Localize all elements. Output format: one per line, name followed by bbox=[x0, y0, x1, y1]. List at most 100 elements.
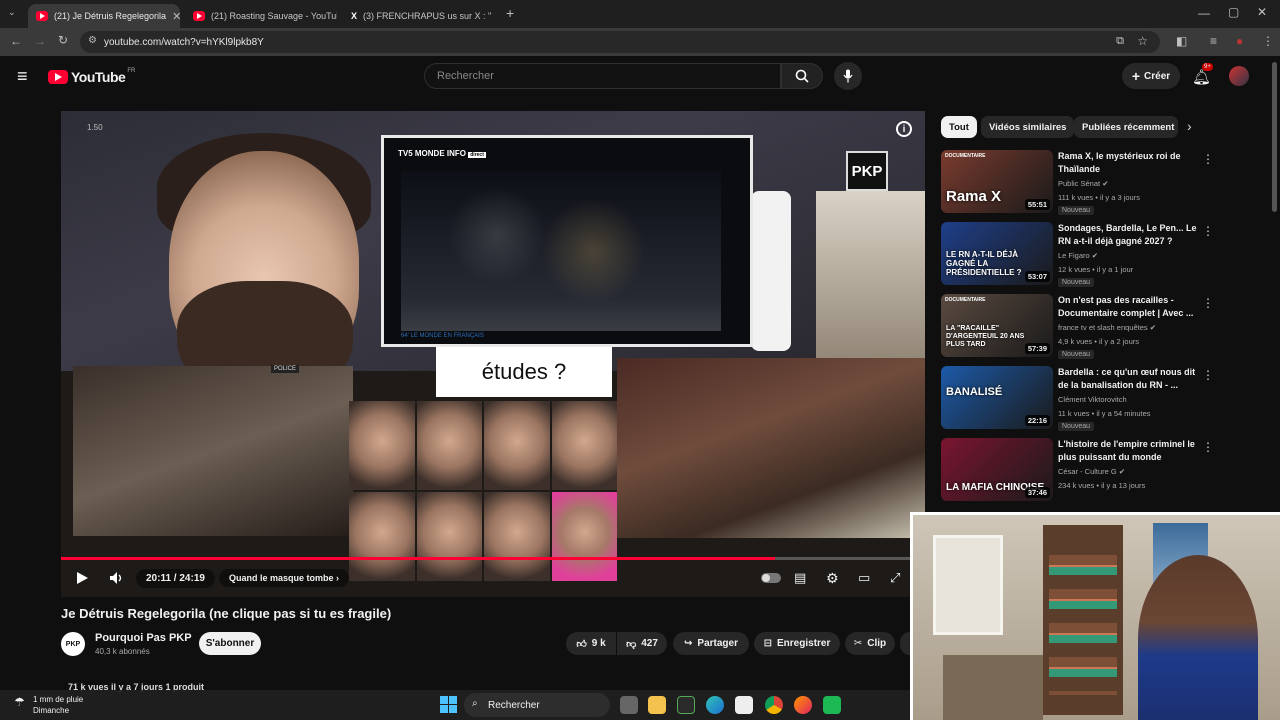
close-tab-icon[interactable]: ✕ bbox=[491, 10, 495, 23]
task-view-icon[interactable] bbox=[620, 696, 638, 714]
new-badge: Nouveau bbox=[1058, 278, 1095, 287]
chapter-button[interactable]: Quand le masque tombe › bbox=[219, 563, 350, 593]
list-item[interactable]: LA MAFIA CHINOISE 37:46 L'histoire de l'… bbox=[941, 438, 1214, 504]
maximize-icon[interactable]: ▢ bbox=[1228, 5, 1239, 19]
list-item[interactable]: BANALISÉ 22:16 Bardella : ce qu'un œuf n… bbox=[941, 366, 1214, 432]
close-tab-icon[interactable]: ✕ bbox=[166, 10, 180, 23]
youtube-favicon-icon bbox=[36, 11, 48, 21]
more-options-icon[interactable]: ⋮ bbox=[1202, 296, 1214, 310]
subscribe-button[interactable]: S'abonner bbox=[199, 632, 261, 655]
duration: 22:16 bbox=[1024, 415, 1050, 426]
hamburger-menu-icon[interactable]: ≡ bbox=[17, 66, 28, 87]
region-code: FR bbox=[127, 68, 136, 74]
theater-mode-button[interactable]: ▭ bbox=[858, 563, 870, 593]
back-icon[interactable]: ← bbox=[10, 34, 22, 48]
avatar[interactable] bbox=[1229, 66, 1249, 86]
list-item[interactable]: DOCUMENTAIRE LA "RACAILLE" D'ARGENTEUIL … bbox=[941, 294, 1214, 360]
tab-search-icon[interactable]: ⌄ bbox=[8, 7, 16, 18]
more-options-icon[interactable]: ⋮ bbox=[1202, 224, 1214, 238]
more-options-icon[interactable]: ⋮ bbox=[1202, 152, 1214, 166]
scrollbar-thumb[interactable] bbox=[1272, 62, 1277, 212]
thumbnail[interactable]: LE RN A-T-IL DÉJÀ GAGNÉ LA PRÉSIDENTIELL… bbox=[941, 222, 1053, 285]
bookmark-star-icon[interactable]: ☆ bbox=[1137, 34, 1148, 48]
more-options-icon[interactable]: ⋮ bbox=[1202, 368, 1214, 382]
extensions-icon[interactable]: ◧ bbox=[1176, 34, 1187, 48]
new-tab-button[interactable]: + bbox=[506, 5, 514, 21]
url-field[interactable]: ⚙ youtube.com/watch?v=hYKl9lpkb8Y ⧉ ☆ bbox=[80, 31, 1160, 53]
rec-title[interactable]: Sondages, Bardella, Le Pen... Le RN a-t-… bbox=[1058, 222, 1198, 248]
video-corner-number: 1.50 bbox=[87, 123, 103, 132]
rec-title[interactable]: On n'est pas des racailles - Documentair… bbox=[1058, 294, 1198, 320]
media-control-icon[interactable]: ≡ bbox=[1210, 34, 1217, 48]
file-explorer-icon[interactable] bbox=[648, 696, 666, 714]
rec-title[interactable]: Bardella : ce qu'un œuf nous dit de la b… bbox=[1058, 366, 1198, 392]
chrome-icon[interactable] bbox=[765, 696, 783, 714]
tab-active[interactable]: (21) Je Détruis Regelegorila ✕ bbox=[28, 4, 180, 28]
minimize-icon[interactable]: — bbox=[1198, 6, 1210, 20]
rec-channel[interactable]: Le Figaro ✔ bbox=[1058, 251, 1098, 260]
rec-title[interactable]: Rama X, le mystérieux roi de Thaïlande bbox=[1058, 150, 1198, 176]
create-label: Créer bbox=[1144, 70, 1171, 82]
profile-icon[interactable]: ● bbox=[1236, 34, 1243, 48]
more-options-icon[interactable]: ⋮ bbox=[1202, 440, 1214, 454]
list-item[interactable]: DOCUMENTAIRE Rama X 55:51 Rama X, le mys… bbox=[941, 150, 1214, 216]
thumbnail[interactable]: DOCUMENTAIRE LA "RACAILLE" D'ARGENTEUIL … bbox=[941, 294, 1053, 357]
settings-button[interactable]: ⚙ bbox=[826, 563, 839, 593]
save-button[interactable]: ⊟ Enregistrer bbox=[754, 632, 840, 655]
autoplay-toggle[interactable] bbox=[761, 563, 781, 593]
tab-x[interactable]: X (3) FRENCHRAPUS us sur X : " ✕ bbox=[343, 4, 495, 28]
firefox-icon[interactable] bbox=[794, 696, 812, 714]
rec-channel[interactable]: Public Sénat ✔ bbox=[1058, 179, 1109, 188]
tv-channel-logo: TV5 MONDE INFO direct bbox=[398, 149, 486, 158]
play-button[interactable] bbox=[75, 563, 89, 593]
close-window-icon[interactable]: ✕ bbox=[1257, 5, 1267, 19]
fullscreen-button[interactable]: ⤢ bbox=[890, 563, 900, 593]
list-item[interactable]: LE RN A-T-IL DÉJÀ GAGNÉ LA PRÉSIDENTIELL… bbox=[941, 222, 1214, 288]
thumbnail[interactable]: BANALISÉ 22:16 bbox=[941, 366, 1053, 429]
forward-icon[interactable]: → bbox=[34, 34, 46, 48]
nvidia-icon[interactable] bbox=[677, 696, 695, 714]
voice-search-button[interactable] bbox=[834, 62, 862, 90]
search-button[interactable] bbox=[781, 63, 823, 89]
search-icon bbox=[795, 69, 809, 83]
chevron-right-icon[interactable]: › bbox=[1187, 118, 1192, 134]
volume-button[interactable] bbox=[109, 563, 125, 593]
browser-menu-icon[interactable]: ⋮ bbox=[1262, 34, 1274, 48]
tab-roasting[interactable]: (21) Roasting Sauvage - YouTub ✕ bbox=[185, 4, 337, 28]
share-button[interactable]: ↪ Partager bbox=[673, 632, 749, 655]
like-button[interactable]: 👍︎ 9 k bbox=[566, 632, 616, 655]
reload-icon[interactable]: ↻ bbox=[58, 33, 68, 47]
subtitles-button[interactable]: ▤ bbox=[794, 563, 806, 593]
notifications-button[interactable]: 🔔︎ 9+ bbox=[1192, 63, 1213, 86]
channel-avatar[interactable]: PKP bbox=[61, 632, 85, 656]
install-icon[interactable]: ⧉ bbox=[1116, 35, 1124, 48]
edge-icon[interactable] bbox=[706, 696, 724, 714]
youtube-logo[interactable]: YouTube FR bbox=[48, 68, 136, 85]
chip-similar[interactable]: Vidéos similaires bbox=[981, 116, 1075, 138]
rec-channel[interactable]: france tv et slash enquêtes ✔ bbox=[1058, 323, 1156, 332]
chip-recent[interactable]: Publiées récemment bbox=[1074, 116, 1178, 138]
video-player[interactable]: TV5 MONDE INFO direct 64' LE MONDE EN FR… bbox=[61, 111, 925, 597]
thumbnail[interactable]: LA MAFIA CHINOISE 37:46 bbox=[941, 438, 1053, 501]
clip-button[interactable]: ✂ Clip bbox=[845, 632, 895, 655]
progress-bar[interactable] bbox=[61, 557, 925, 560]
rec-channel[interactable]: Clément Viktorovitch bbox=[1058, 395, 1127, 404]
info-icon[interactable]: i bbox=[896, 121, 912, 137]
app-icon[interactable] bbox=[823, 696, 841, 714]
channel-name[interactable]: Pourquoi Pas PKP bbox=[95, 632, 192, 644]
thumbnail[interactable]: DOCUMENTAIRE Rama X 55:51 bbox=[941, 150, 1053, 213]
search-input[interactable]: Rechercher bbox=[424, 63, 781, 89]
site-info-icon[interactable]: ⚙ bbox=[88, 35, 97, 46]
rec-title[interactable]: L'histoire de l'empire criminel le plus … bbox=[1058, 438, 1198, 464]
store-icon[interactable] bbox=[735, 696, 753, 714]
create-button[interactable]: + Créer bbox=[1122, 63, 1180, 89]
video-white-panel bbox=[751, 191, 791, 351]
time-text: 20:11 / 24:19 bbox=[136, 568, 215, 588]
dislike-button[interactable]: 👎︎ 427 bbox=[617, 632, 667, 655]
rec-channel[interactable]: César - Culture G ✔ bbox=[1058, 467, 1125, 476]
windows-start-icon[interactable] bbox=[440, 696, 457, 713]
chip-all[interactable]: Tout bbox=[941, 116, 977, 138]
save-icon: ⊟ bbox=[763, 638, 773, 649]
taskbar-search-input[interactable]: ⌕ Rechercher bbox=[464, 693, 610, 717]
more-actions-button[interactable] bbox=[900, 632, 910, 655]
